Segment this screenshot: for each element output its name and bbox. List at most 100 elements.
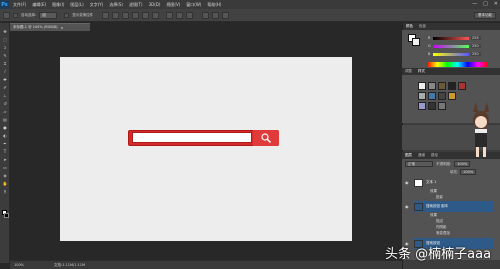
align-top-icon[interactable] [102,11,110,19]
slider-red[interactable]: R 255 [428,36,488,40]
color-spectrum-bar[interactable] [427,62,488,67]
shape-tool-icon[interactable]: ▭ [2,165,8,170]
style-swatch[interactable] [428,102,436,110]
hand-tool-icon[interactable]: ✋ [2,181,8,186]
menu-layer[interactable]: 图层(L) [70,2,83,8]
layer-effect[interactable]: 投影 [436,195,443,200]
healing-tool-icon[interactable]: ✚ [2,77,8,82]
style-swatch[interactable] [438,82,446,90]
slider-green-track[interactable] [433,44,469,48]
layer-effect[interactable]: 内阴影 [436,225,447,230]
history-brush-tool-icon[interactable]: ↺ [2,101,8,106]
stamp-tool-icon[interactable]: ⊥ [2,93,8,98]
color-panel-background[interactable] [412,38,420,46]
layer-effect[interactable]: 渐变叠加 [436,231,450,236]
3d-pan-icon[interactable] [222,11,230,19]
slider-blue-track[interactable] [433,52,469,56]
document-tab-close[interactable]: × [61,26,64,30]
menu-edit[interactable]: 编辑(E) [32,2,46,8]
menu-filter[interactable]: 滤镜(T) [129,2,143,8]
eyedropper-tool-icon[interactable]: ⁄ [2,69,8,74]
close-button[interactable]: ✕ [494,1,498,7]
style-swatch[interactable] [448,82,456,90]
tab-swatches[interactable]: 色板 [419,24,426,29]
visibility-eye-icon[interactable]: ◉ [405,204,409,209]
menu-type[interactable]: 文字(Y) [90,2,104,8]
auto-select-dropdown[interactable]: 组 [39,11,58,19]
tab-layers[interactable]: 图层 [405,153,412,158]
align-hcenter-icon[interactable] [142,11,150,19]
align-bottom-icon[interactable] [122,11,130,19]
tab-paths[interactable]: 路径 [431,153,438,158]
layer-row[interactable]: 文本 1 [414,177,494,188]
slider-green-value[interactable]: 250 [471,44,481,48]
distribute-icon-2[interactable] [176,11,184,19]
background-color-swatch[interactable] [4,213,9,218]
style-swatch[interactable] [418,92,426,100]
visibility-eye-icon[interactable]: ◉ [405,180,409,185]
slider-red-value[interactable]: 255 [471,36,481,40]
tab-color[interactable]: 颜色 [406,24,413,29]
zoom-tool-icon[interactable]: ⚲ [2,189,8,194]
blur-tool-icon[interactable]: ● [2,125,8,130]
layer-effect[interactable]: 描边 [436,219,443,224]
menu-select[interactable]: 选择(S) [109,2,123,8]
move-tool-icon[interactable] [3,11,10,19]
maximize-button[interactable]: □ [483,1,488,7]
tab-channels[interactable]: 通道 [418,153,425,158]
menu-3d[interactable]: 3D(D) [149,2,161,7]
menu-window[interactable]: 窗口(W) [186,2,201,8]
tab-adjustments[interactable]: 调整 [405,69,412,74]
path-select-tool-icon[interactable]: ➤ [2,157,8,162]
align-vcenter-icon[interactable] [112,11,120,19]
checkbox-auto-select[interactable] [13,12,18,18]
eraser-tool-icon[interactable]: ▱ [2,109,8,114]
minimize-button[interactable]: — [472,1,477,7]
opacity-value[interactable]: 100% [454,161,471,167]
checkbox-show-transform[interactable] [64,12,70,18]
style-swatch[interactable] [428,82,436,90]
align-left-icon[interactable] [132,11,140,19]
distribute-icon[interactable] [166,11,174,19]
blend-mode-dropdown[interactable]: 正常 [405,161,433,167]
zoom-level[interactable]: 100% [14,263,24,267]
slider-blue-value[interactable]: 250 [471,52,481,56]
document-info[interactable]: 文档:1.11M/1.11M [54,263,85,268]
type-tool-icon[interactable]: T [2,149,8,154]
layer-row[interactable]: 搜索按钮 副本 [414,201,494,212]
slider-red-track[interactable] [433,36,469,40]
menu-file[interactable]: 文件(F) [13,2,26,8]
tab-styles[interactable]: 样式 [418,69,425,74]
fill-value[interactable]: 100% [460,169,477,175]
marquee-tool-icon[interactable]: ⬚ [2,37,8,42]
menu-image[interactable]: 图像(I) [52,2,64,8]
slider-blue[interactable]: B 250 [428,52,488,56]
menu-view[interactable]: 视图(V) [166,2,180,8]
pen-tool-icon[interactable]: ✒ [2,141,8,146]
window-controls: — □ ✕ [472,1,498,7]
style-swatch[interactable] [448,92,456,100]
gradient-tool-icon[interactable]: ▤ [2,117,8,122]
3d-rotate-icon[interactable] [212,11,220,19]
menu-help[interactable]: 帮助(H) [207,2,221,8]
move-tool-icon[interactable]: ✥ [2,29,8,34]
workspace-switcher[interactable]: 基本功能 [474,12,496,19]
brush-tool-icon[interactable]: ✐ [2,85,8,90]
3d-tool-icon[interactable]: ◈ [2,173,8,178]
document-canvas[interactable] [60,57,352,241]
lasso-tool-icon[interactable]: ↄ [2,45,8,50]
align-right-icon[interactable] [152,11,160,19]
distribute-icon-3[interactable] [186,11,194,19]
style-swatch[interactable] [438,102,446,110]
style-swatch[interactable] [418,82,426,90]
style-swatch[interactable] [418,102,426,110]
style-swatch[interactable] [438,92,446,100]
dodge-tool-icon[interactable]: ◐ [2,133,8,138]
quick-select-tool-icon[interactable]: ✎ [2,53,8,58]
style-swatch[interactable] [458,82,466,90]
style-swatch[interactable] [428,92,436,100]
document-tab[interactable]: 未标题-1 @ 100% (RGB/8) × [10,23,90,31]
crop-tool-icon[interactable]: ⌗ [2,61,8,66]
slider-green[interactable]: G 250 [428,44,488,48]
3d-mode-icon[interactable] [202,11,210,19]
